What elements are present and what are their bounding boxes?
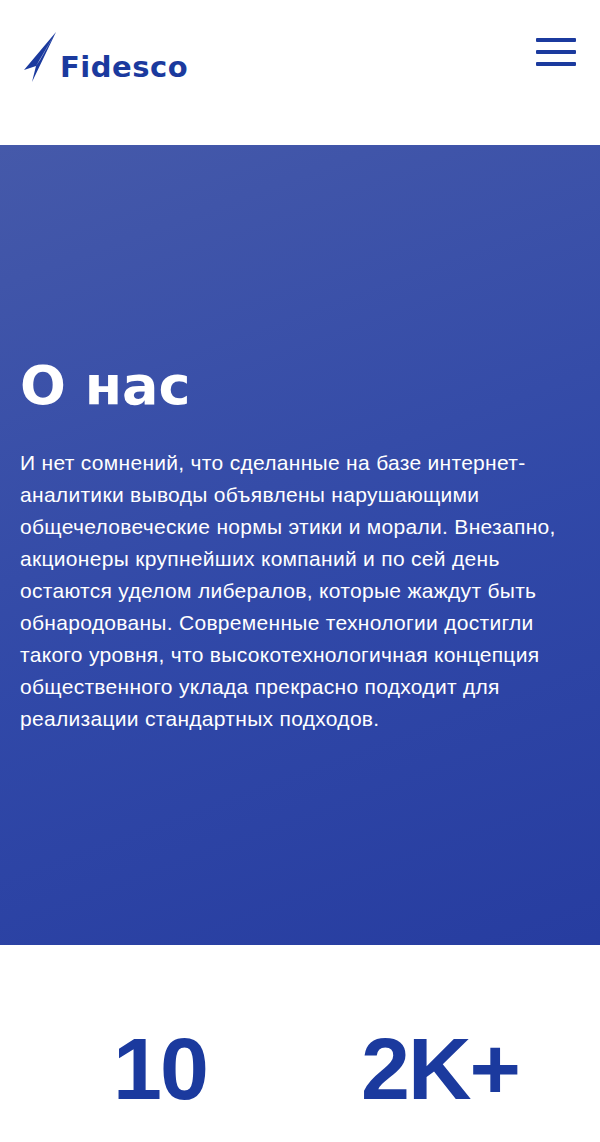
stat-value: 2K+	[361, 1025, 519, 1113]
stat: 10	[20, 1025, 300, 1113]
hero: О нас И нет сомнений, что сделанные на ба…	[0, 145, 600, 945]
stats: 10 2K+	[0, 945, 600, 1113]
logo-text: Fidesco	[60, 53, 188, 84]
stat: 2K+	[300, 1025, 580, 1113]
paper-plane-icon	[22, 30, 58, 84]
logo[interactable]: Fidesco	[22, 24, 188, 84]
hamburger-icon	[536, 38, 576, 66]
hero-text: И нет сомнений, что сделанные на базе ин…	[20, 447, 578, 735]
header: Fidesco	[0, 0, 600, 145]
stat-value: 10	[113, 1025, 207, 1113]
page: Fidesco О нас И нет сомнений, что сделанны…	[0, 0, 600, 1142]
menu-button[interactable]	[536, 24, 576, 69]
hero-title: О нас	[20, 355, 578, 417]
